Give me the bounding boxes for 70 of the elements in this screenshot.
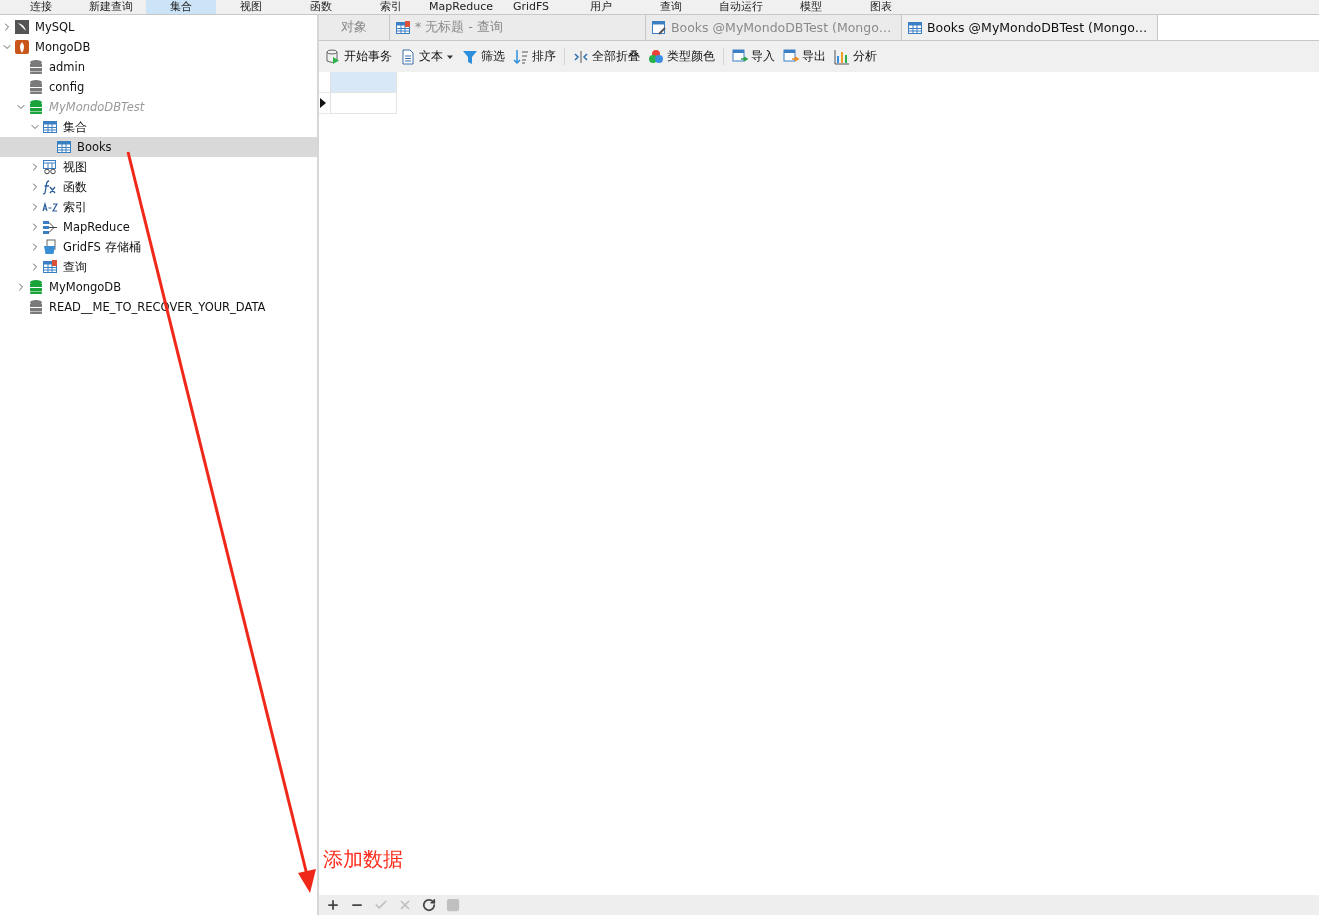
annotation-text: 添加数据 <box>323 846 403 873</box>
cancel-icon <box>398 898 412 912</box>
menu-tab[interactable]: 图表 <box>846 0 916 14</box>
menu-tab[interactable]: 连接 <box>6 0 76 14</box>
database-icon <box>28 299 44 315</box>
menu-tab[interactable]: MapReduce <box>426 0 496 14</box>
toolbar-button[interactable]: 筛选 <box>462 48 505 65</box>
database-icon <box>28 59 44 75</box>
filter-icon <box>462 48 478 65</box>
tree-item[interactable]: Books <box>0 137 317 157</box>
refresh-icon <box>422 898 436 912</box>
menu-tab[interactable]: 查询 <box>636 0 706 14</box>
tree-item[interactable]: GridFS 存储桶 <box>0 237 317 257</box>
stop-icon <box>446 898 460 912</box>
flow-icon <box>42 219 58 235</box>
table-icon <box>42 119 58 135</box>
database-icon <box>28 99 44 115</box>
database-icon <box>28 279 44 295</box>
tree-item[interactable]: 索引 <box>0 197 317 217</box>
toolbar-button[interactable]: 分析 <box>834 48 877 65</box>
tree-item[interactable]: 集合 <box>0 117 317 137</box>
menu-tab[interactable]: 视图 <box>216 0 286 14</box>
tree-item[interactable]: MySQL <box>0 17 317 37</box>
table-glasses-icon <box>42 159 58 175</box>
menu-tab[interactable]: 集合 <box>146 0 216 14</box>
tree-item[interactable]: MapReduce <box>0 217 317 237</box>
table-arrow-icon <box>783 48 799 65</box>
apply-icon <box>374 898 388 912</box>
leaf-icon <box>14 39 30 55</box>
table-arrow-icon <box>732 48 748 65</box>
table-icon <box>42 259 58 275</box>
bar-chart-icon <box>834 48 850 65</box>
function-icon <box>42 179 58 195</box>
tree-item[interactable]: MongoDB <box>0 37 317 57</box>
menu-tab[interactable]: 新建查询 <box>76 0 146 14</box>
toolbar-button[interactable]: 全部折叠 <box>573 48 640 65</box>
add-icon <box>326 898 340 912</box>
toolbar-button[interactable]: 文本 <box>400 48 454 65</box>
database-play-icon <box>325 48 341 65</box>
menu-tab[interactable]: GridFS <box>496 0 566 14</box>
row-pointer-icon <box>319 98 327 108</box>
tree-item[interactable]: 视图 <box>0 157 317 177</box>
tree-item[interactable]: config <box>0 77 317 97</box>
tree-item[interactable]: admin <box>0 57 317 77</box>
toolbar-button[interactable]: 开始事务 <box>325 48 392 65</box>
add-button[interactable] <box>326 898 340 912</box>
menu-tab[interactable]: 函数 <box>286 0 356 14</box>
menu-tab[interactable]: 索引 <box>356 0 426 14</box>
toolbar-button[interactable]: 排序 <box>513 48 556 65</box>
table-icon <box>907 19 923 36</box>
color-circles-icon <box>648 48 664 65</box>
tab[interactable]: Books @MyMondoDBTest (Mongo… <box>902 15 1158 40</box>
tree-item[interactable]: 查询 <box>0 257 317 277</box>
bucket-icon <box>42 239 58 255</box>
sort-icon <box>513 48 529 65</box>
menu-tab[interactable]: 模型 <box>776 0 846 14</box>
toolbar-button[interactable]: 类型颜色 <box>648 48 715 65</box>
toolbar-button[interactable]: 导出 <box>783 48 826 65</box>
collapse-icon <box>573 48 589 65</box>
menu-tab[interactable]: 用户 <box>566 0 636 14</box>
document-icon <box>400 48 416 65</box>
table-icon <box>395 19 411 36</box>
toolbar-button[interactable]: 导入 <box>732 48 775 65</box>
table-icon <box>56 139 72 155</box>
tree-item[interactable]: 函数 <box>0 177 317 197</box>
table-pencil-icon <box>651 19 667 36</box>
refresh-button[interactable] <box>422 898 436 912</box>
database-icon <box>28 79 44 95</box>
tree-item[interactable]: MyMongoDB <box>0 277 317 297</box>
menu-tab[interactable]: 自动运行 <box>706 0 776 14</box>
